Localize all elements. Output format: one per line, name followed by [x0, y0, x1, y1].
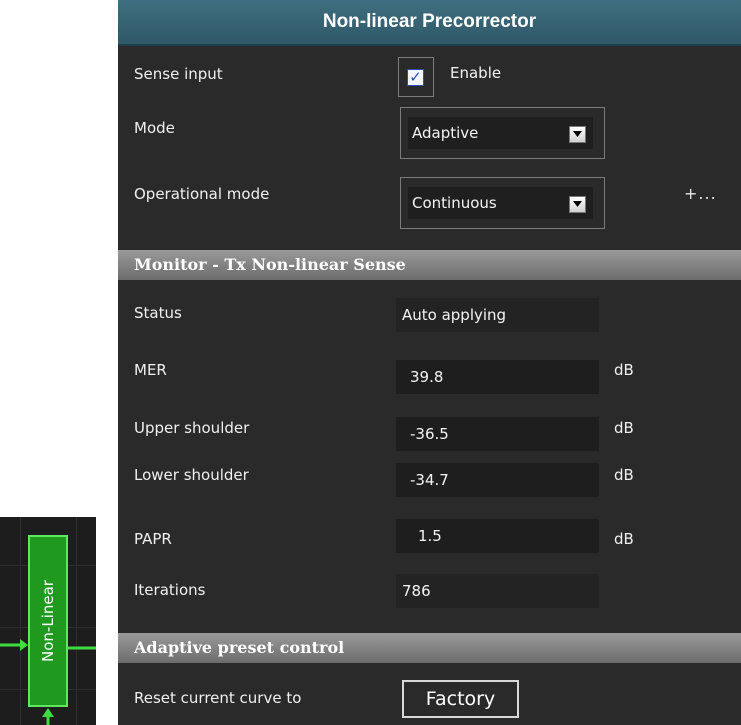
upper-shoulder-label: Upper shoulder: [134, 419, 250, 437]
mode-select-frame: Adaptive: [400, 107, 605, 159]
mode-select-value: Adaptive: [412, 124, 479, 142]
papr-value: 1.5: [396, 519, 599, 553]
status-label: Status: [134, 304, 182, 322]
non-linear-block-label: Non-Linear: [39, 580, 57, 662]
papr-unit: dB: [614, 530, 634, 548]
mode-select[interactable]: Adaptive: [408, 117, 593, 149]
lower-shoulder-value: -34.7: [396, 463, 599, 497]
enable-label[interactable]: Enable: [450, 64, 501, 82]
chevron-down-icon[interactable]: [569, 126, 586, 143]
papr-label: PAPR: [134, 530, 172, 548]
mer-value: 39.8: [396, 360, 599, 394]
preset-section-header: Adaptive preset control: [118, 633, 741, 663]
lower-shoulder-label: Lower shoulder: [134, 466, 249, 484]
block-diagram-area: Non-Linear: [0, 517, 96, 725]
upper-shoulder-value: -36.5: [396, 417, 599, 451]
non-linear-block[interactable]: Non-Linear: [28, 535, 68, 707]
lower-shoulder-unit: dB: [614, 466, 634, 484]
operational-mode-label: Operational mode: [134, 185, 270, 203]
arrow-icon: [0, 639, 28, 651]
chevron-down-icon[interactable]: [569, 196, 586, 213]
sense-input-checkbox-frame: ✓: [398, 57, 434, 97]
panel-title: Non-linear Precorrector: [118, 0, 741, 46]
operational-mode-select-frame: Continuous: [400, 177, 605, 229]
sense-input-checkbox[interactable]: ✓: [407, 69, 424, 86]
precorrector-panel: Non-linear Precorrector Sense input ✓ En…: [118, 0, 741, 725]
operational-mode-select[interactable]: Continuous: [408, 187, 593, 219]
arrow-icon: [42, 708, 54, 725]
reset-curve-label: Reset current curve to: [134, 689, 302, 707]
monitor-section-header: Monitor - Tx Non-linear Sense: [118, 250, 741, 280]
upper-shoulder-unit: dB: [614, 419, 634, 437]
operational-mode-select-value: Continuous: [412, 194, 497, 212]
factory-button[interactable]: Factory: [402, 680, 519, 718]
more-button[interactable]: +...: [684, 184, 717, 203]
mer-label: MER: [134, 361, 167, 379]
check-icon: ✓: [409, 68, 422, 86]
iterations-label: Iterations: [134, 581, 206, 599]
sense-input-label: Sense input: [134, 65, 223, 83]
mode-label: Mode: [134, 119, 175, 137]
mer-unit: dB: [614, 361, 634, 379]
iterations-value: 786: [396, 574, 599, 608]
status-value: Auto applying: [396, 298, 599, 332]
